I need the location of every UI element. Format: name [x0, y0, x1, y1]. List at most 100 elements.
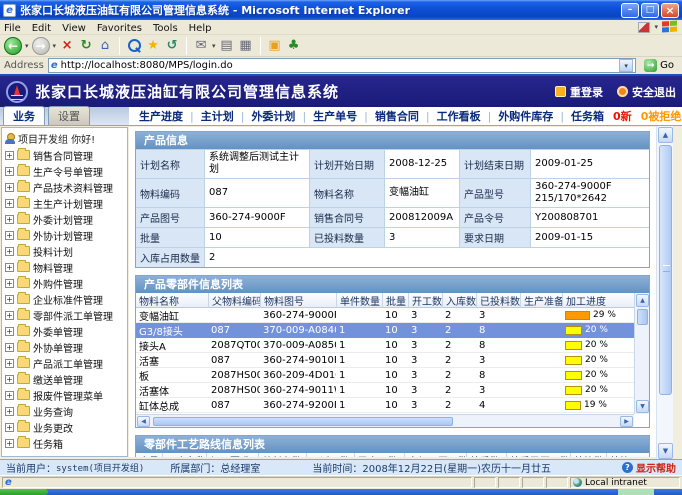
- adobe-toolbar-icon[interactable]: [638, 22, 650, 33]
- chevron-down-icon[interactable]: ▾: [53, 42, 57, 50]
- parts-horizontal-scrollbar[interactable]: ◀ ▶: [136, 414, 634, 427]
- parts-vertical-scrollbar[interactable]: ▲ ▼: [634, 293, 649, 414]
- chevron-down-icon[interactable]: ▾: [654, 23, 658, 31]
- menu-view[interactable]: View: [62, 23, 86, 34]
- nav-item-2[interactable]: 主计划: [201, 108, 234, 124]
- scroll-up-icon[interactable]: ▲: [658, 127, 673, 143]
- nav-item-4[interactable]: 生产单号: [313, 108, 357, 124]
- column-header[interactable]: 开工数: [408, 293, 442, 308]
- expand-plus-icon[interactable]: +: [5, 151, 14, 160]
- expand-plus-icon[interactable]: +: [5, 247, 14, 256]
- expand-plus-icon[interactable]: +: [5, 375, 14, 384]
- expand-plus-icon[interactable]: +: [5, 439, 14, 448]
- logout-button[interactable]: 安全退出: [617, 84, 676, 100]
- nav-item-8[interactable]: 任务箱: [571, 108, 604, 124]
- column-header[interactable]: 入库数: [442, 293, 476, 308]
- expand-plus-icon[interactable]: +: [5, 183, 14, 192]
- expand-plus-icon[interactable]: +: [5, 391, 14, 400]
- sidebar-item[interactable]: +业务更改: [2, 419, 127, 435]
- expand-plus-icon[interactable]: +: [5, 263, 14, 272]
- refresh-icon[interactable]: ↻: [78, 37, 94, 55]
- sidebar-item[interactable]: +任务箱: [2, 435, 127, 451]
- column-header[interactable]: 自加工开工数: [404, 453, 466, 457]
- column-header[interactable]: 加工要求: [206, 453, 258, 457]
- expand-plus-icon[interactable]: +: [5, 167, 14, 176]
- column-header[interactable]: 外委已开工数: [506, 453, 570, 457]
- address-url[interactable]: http://localhost:8080/MPS/login.do: [61, 60, 617, 71]
- stop-icon[interactable]: ×: [59, 37, 75, 55]
- scroll-up-icon[interactable]: ▲: [636, 294, 649, 307]
- expand-plus-icon[interactable]: +: [5, 343, 14, 352]
- nav-item-5[interactable]: 销售合同: [375, 108, 419, 124]
- scrollbar-thumb[interactable]: [153, 417, 453, 426]
- start-button-edge[interactable]: [0, 489, 48, 495]
- scroll-left-icon[interactable]: ◀: [137, 416, 150, 427]
- table-row[interactable]: 活塞体2087HS002360-274-9011W11032320 %: [136, 383, 634, 398]
- column-header[interactable]: 单件数量: [336, 293, 382, 308]
- expand-plus-icon[interactable]: +: [5, 279, 14, 288]
- sidebar-item[interactable]: +产品派工单管理: [2, 355, 127, 371]
- messenger-icon[interactable]: ♣: [286, 37, 302, 55]
- column-header[interactable]: 父物料编码: [208, 293, 260, 308]
- column-header[interactable]: 总任务数: [258, 453, 306, 457]
- minimize-button[interactable]: –: [621, 3, 639, 18]
- column-header[interactable]: 物料名称: [136, 293, 208, 308]
- print-icon[interactable]: ▤: [219, 37, 235, 55]
- sidebar-item[interactable]: +物料管理: [2, 259, 127, 275]
- table-row[interactable]: 缸体总成087360-274-9200F11032419 %: [136, 398, 634, 413]
- sidebar-item[interactable]: +产品技术资料管理: [2, 179, 127, 195]
- menu-tools[interactable]: Tools: [153, 23, 178, 34]
- nav-item-7[interactable]: 外购件库存: [498, 108, 553, 124]
- scroll-down-icon[interactable]: ▼: [636, 400, 649, 413]
- column-header[interactable]: 外协: [606, 453, 649, 457]
- sidebar-item[interactable]: +外协单管理: [2, 339, 127, 355]
- menu-favorites[interactable]: Favorites: [97, 23, 142, 34]
- chevron-down-icon[interactable]: ▾: [25, 42, 29, 50]
- sidebar-item[interactable]: +外购件管理: [2, 275, 127, 291]
- expand-plus-icon[interactable]: +: [5, 231, 14, 240]
- mail-icon[interactable]: ✉: [193, 37, 209, 55]
- nav-item-3[interactable]: 外委计划: [251, 108, 295, 124]
- sidebar-item[interactable]: +销售合同管理: [2, 147, 127, 163]
- history-icon[interactable]: ↺: [164, 37, 180, 55]
- sidebar-item[interactable]: +报废件管理菜单: [2, 387, 127, 403]
- nav-item-6[interactable]: 工作看板: [437, 108, 481, 124]
- home-icon[interactable]: ⌂: [97, 37, 113, 55]
- scroll-right-icon[interactable]: ▶: [620, 416, 633, 427]
- tab-business[interactable]: 业务: [3, 106, 45, 125]
- menu-edit[interactable]: Edit: [32, 23, 51, 34]
- sidebar-item[interactable]: +缴送单管理: [2, 371, 127, 387]
- table-row[interactable]: 变幅油缸360-274-9000F1032329 %: [136, 308, 634, 323]
- show-help-link[interactable]: ? 显示帮助: [622, 460, 676, 475]
- sidebar-item[interactable]: +主生产计划管理: [2, 195, 127, 211]
- back-icon[interactable]: ←: [4, 37, 22, 55]
- sidebar-item[interactable]: +外协计划管理: [2, 227, 127, 243]
- expand-plus-icon[interactable]: +: [5, 327, 14, 336]
- sidebar-item[interactable]: +零部件派工单管理: [2, 307, 127, 323]
- table-row[interactable]: 板2087HS002360-209-4D01011032820 %: [136, 368, 634, 383]
- column-header[interactable]: 生产准备: [520, 293, 562, 308]
- relogin-button[interactable]: 重登录: [555, 84, 603, 100]
- sidebar-item[interactable]: +外委计划管理: [2, 211, 127, 227]
- expand-plus-icon[interactable]: +: [5, 215, 14, 224]
- page-vertical-scrollbar[interactable]: ▲ ▼: [656, 126, 673, 460]
- sidebar-item[interactable]: +外委单管理: [2, 323, 127, 339]
- tab-settings[interactable]: 设置: [48, 106, 90, 125]
- scrollbar-thumb[interactable]: [659, 145, 672, 395]
- column-header[interactable]: 已完工数: [354, 453, 404, 457]
- expand-plus-icon[interactable]: +: [5, 407, 14, 416]
- expand-plus-icon[interactable]: +: [5, 295, 14, 304]
- table-row[interactable]: G3/8接头087370-009-A084011032820 %: [136, 323, 634, 338]
- table-row[interactable]: 活塞087360-274-9010F11032320 %: [136, 353, 634, 368]
- scroll-down-icon[interactable]: ▼: [658, 443, 673, 459]
- nav-item-1[interactable]: 生产进度: [139, 108, 183, 124]
- column-header[interactable]: 外委数: [466, 453, 506, 457]
- sidebar-item[interactable]: +企业标准件管理: [2, 291, 127, 307]
- column-header[interactable]: 工序名称: [162, 453, 206, 457]
- windows-taskbar[interactable]: [0, 489, 682, 495]
- sidebar-item[interactable]: +业务查询: [2, 403, 127, 419]
- edit-icon[interactable]: ▦: [238, 37, 254, 55]
- expand-plus-icon[interactable]: +: [5, 359, 14, 368]
- address-input[interactable]: e http://localhost:8080/MPS/login.do ▾: [48, 58, 636, 73]
- address-dropdown-icon[interactable]: ▾: [619, 59, 633, 72]
